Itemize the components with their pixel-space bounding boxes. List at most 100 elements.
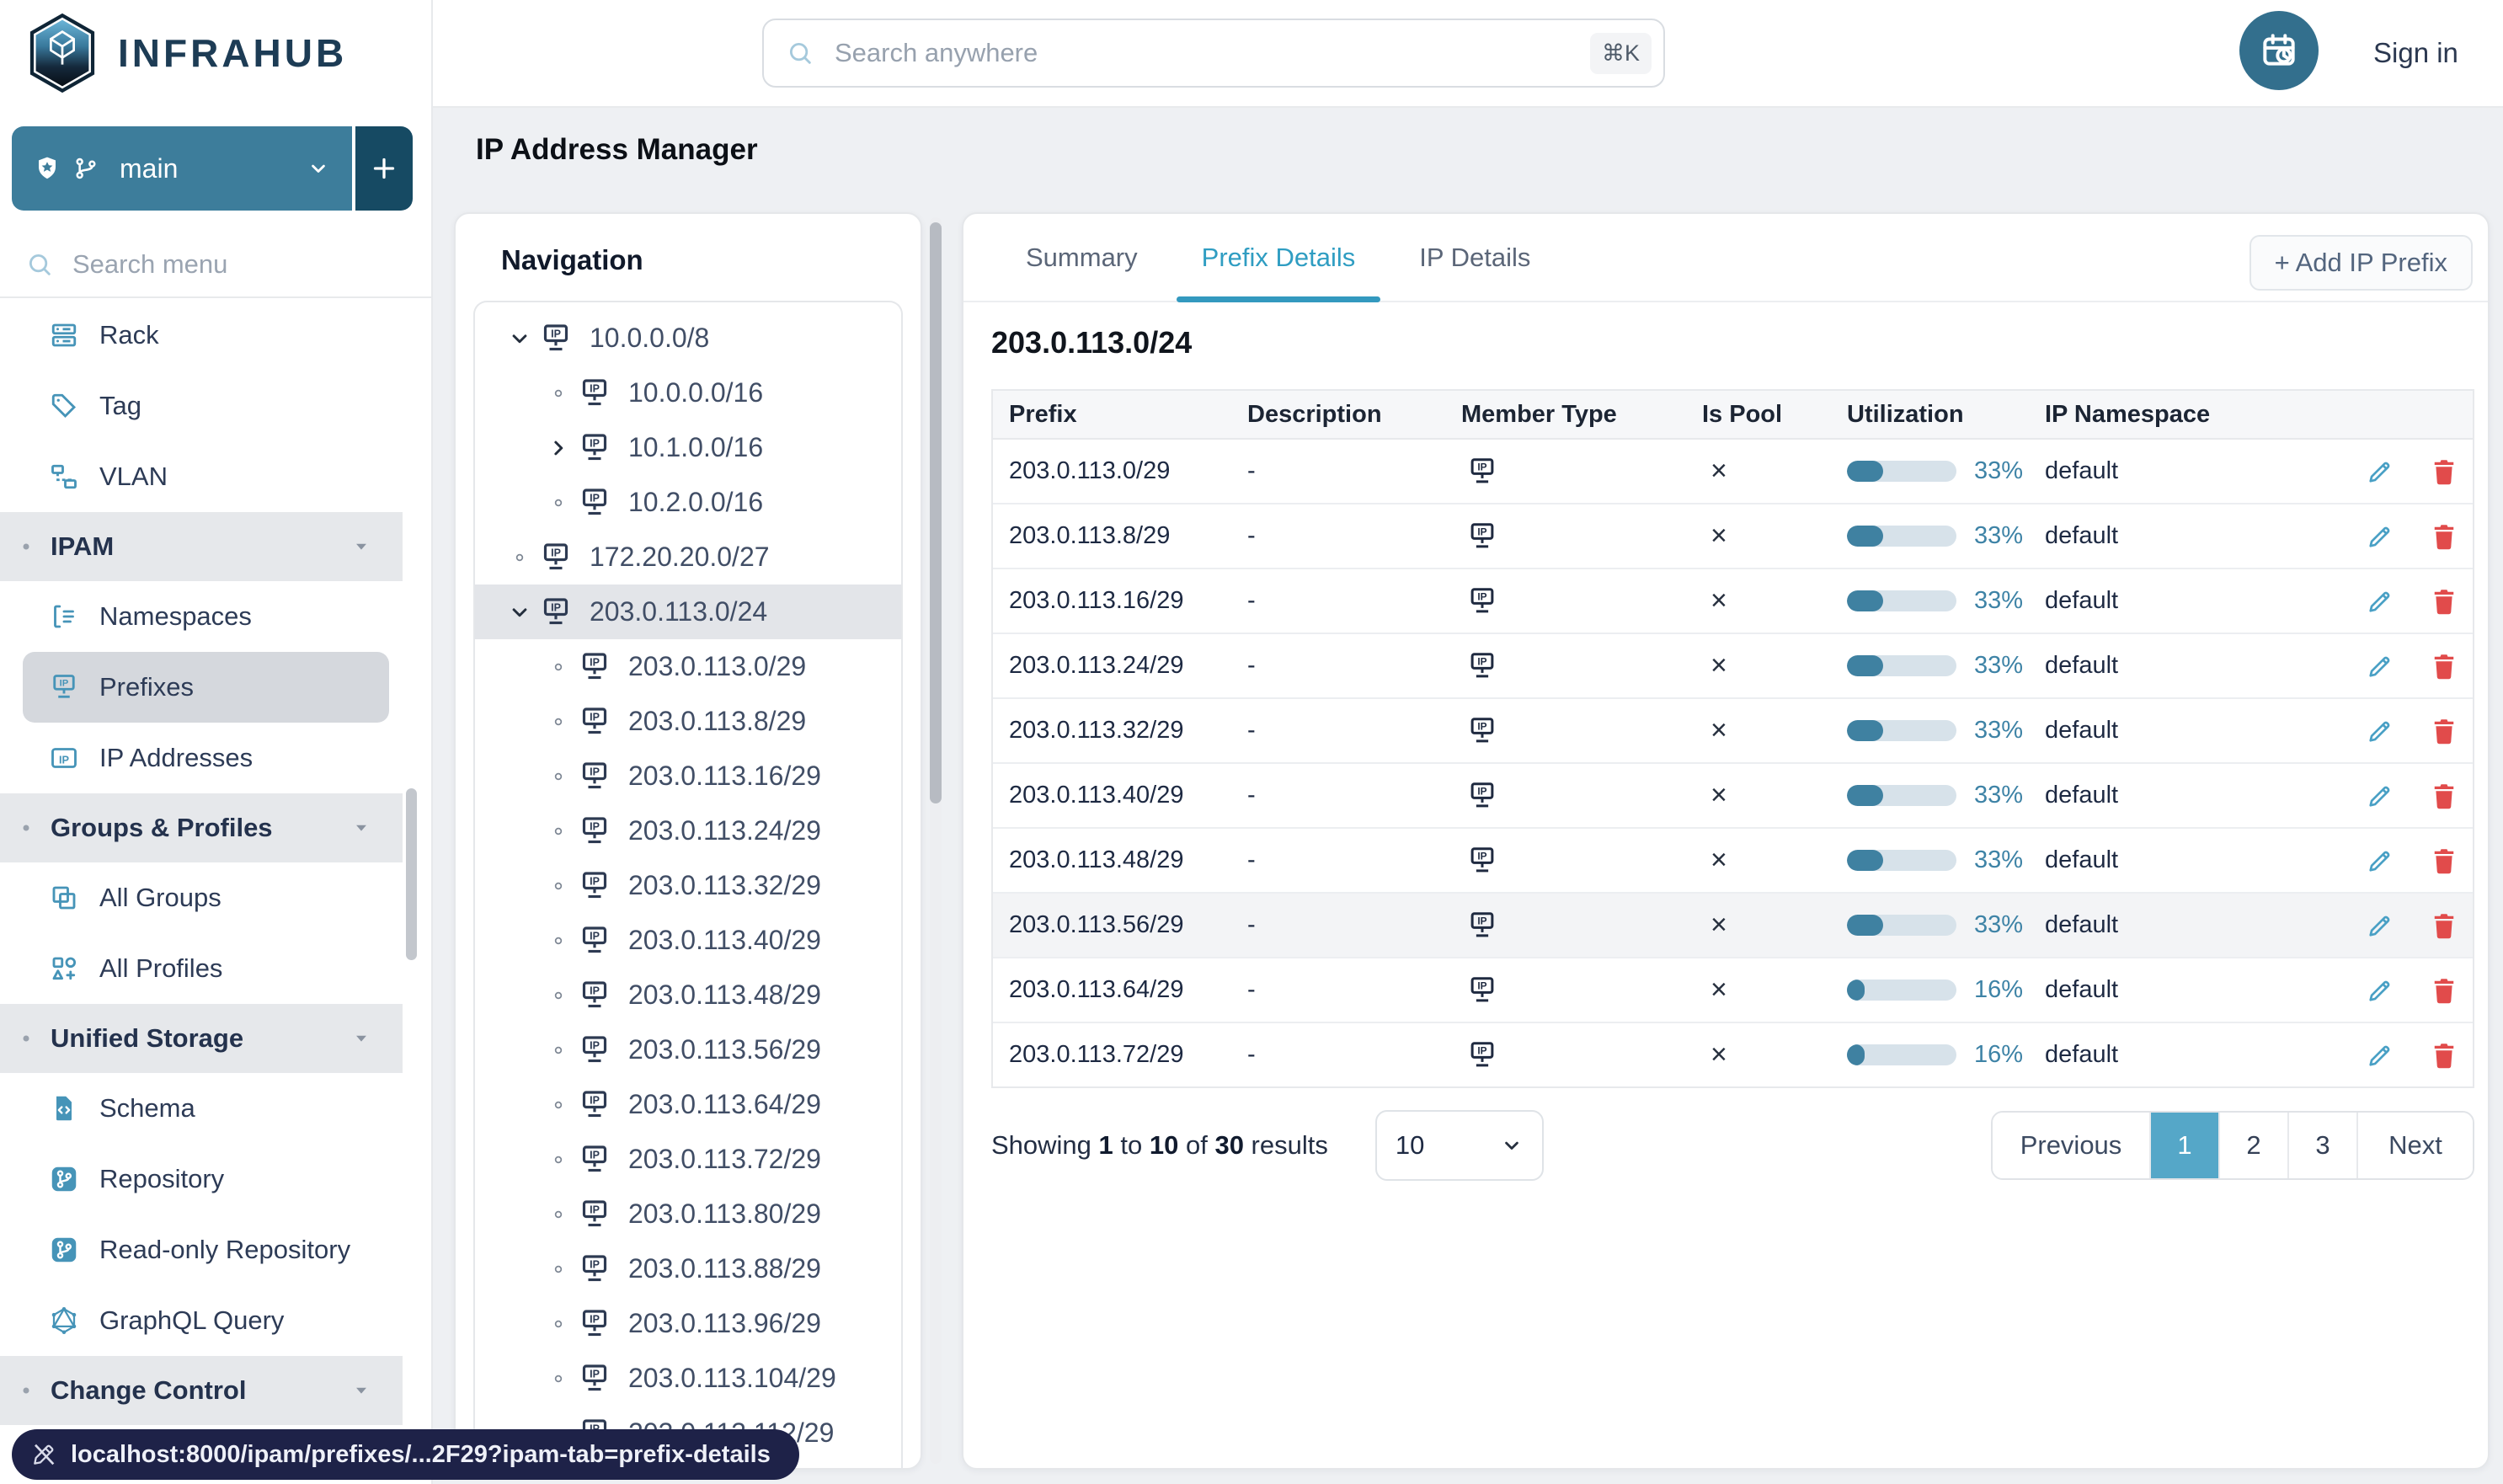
sidebar-section-change-control[interactable]: Change Control (0, 1356, 403, 1425)
edit-pencil-icon[interactable] (2365, 781, 2395, 811)
utilization-bar (1847, 590, 1956, 611)
tree-item-203-0-113-32-29[interactable]: IP 203.0.113.32/29 (475, 858, 901, 913)
tree-item-203-0-113-96-29[interactable]: IP 203.0.113.96/29 (475, 1296, 901, 1351)
delete-trash-icon[interactable] (2429, 586, 2459, 617)
edit-pencil-icon[interactable] (2365, 586, 2395, 617)
delete-trash-icon[interactable] (2429, 716, 2459, 746)
table-row[interactable]: 203.0.113.32/29 - IP × 33% default (993, 699, 2473, 764)
sidebar-item-rack[interactable]: Rack (0, 300, 403, 371)
sidebar-search-input[interactable] (71, 248, 428, 280)
tree-item-203-0-113-72-29[interactable]: IP 203.0.113.72/29 (475, 1132, 901, 1187)
tree-item-label: 203.0.113.88/29 (628, 1253, 821, 1284)
tree-item-203-0-113-88-29[interactable]: IP 203.0.113.88/29 (475, 1241, 901, 1296)
tree-item-10-0-0-0-16[interactable]: IP 10.0.0.0/16 (475, 366, 901, 420)
table-row[interactable]: 203.0.113.48/29 - IP × 33% default (993, 829, 2473, 894)
sidebar-item-all-profiles[interactable]: All Profiles (0, 933, 403, 1004)
sidebar-item-namespaces[interactable]: Namespaces (0, 581, 403, 652)
chevron-down-icon[interactable] (500, 599, 539, 626)
pagination-next-button[interactable]: Next (2356, 1113, 2473, 1178)
delete-trash-icon[interactable] (2429, 651, 2459, 681)
sidebar-section-groups-profiles[interactable]: Groups & Profiles (0, 793, 403, 862)
tree-item-10-0-0-0-8[interactable]: IP 10.0.0.0/8 (475, 311, 901, 366)
tree-item-203-0-113-16-29[interactable]: IP 203.0.113.16/29 (475, 749, 901, 803)
delete-trash-icon[interactable] (2429, 910, 2459, 941)
tree-item-203-0-113-104-29[interactable]: IP 203.0.113.104/29 (475, 1351, 901, 1406)
delete-trash-icon[interactable] (2429, 456, 2459, 487)
app-logo[interactable]: INFRAHUB (0, 0, 431, 94)
sidebar-section-ipam[interactable]: IPAM (0, 512, 403, 581)
global-search-input[interactable] (833, 37, 1572, 69)
table-row[interactable]: 203.0.113.40/29 - IP × 33% default (993, 764, 2473, 829)
tree-item-10-1-0-0-16[interactable]: IP 10.1.0.0/16 (475, 420, 901, 475)
tree-item-10-2-0-0-16[interactable]: IP 10.2.0.0/16 (475, 475, 901, 530)
table-row[interactable]: 203.0.113.24/29 - IP × 33% default (993, 634, 2473, 699)
edit-pencil-icon[interactable] (2365, 975, 2395, 1006)
sidebar-item-read-only-repository[interactable]: Read-only Repository (0, 1214, 403, 1285)
edit-pencil-icon[interactable] (2365, 456, 2395, 487)
tree-item-172-20-20-0-27[interactable]: IP 172.20.20.0/27 (475, 530, 901, 585)
add-branch-button[interactable] (355, 126, 413, 211)
tree-item-203-0-113-56-29[interactable]: IP 203.0.113.56/29 (475, 1022, 901, 1077)
prefix-sign-icon: IP (1466, 974, 1498, 1006)
edit-pencil-icon[interactable] (2365, 521, 2395, 552)
tab-prefix-details[interactable]: Prefix Details (1170, 214, 1388, 302)
table-row[interactable]: 203.0.113.56/29 - IP × 33% default (993, 894, 2473, 958)
schedule-avatar-button[interactable] (2239, 11, 2319, 90)
delete-trash-icon[interactable] (2429, 975, 2459, 1006)
tab-ip-details[interactable]: IP Details (1387, 214, 1562, 301)
sidebar-scrollbar-thumb[interactable] (406, 788, 417, 960)
sidebar-item-prefixes[interactable]: IP Prefixes (23, 652, 389, 723)
edit-pencil-icon[interactable] (2365, 910, 2395, 941)
sidebar-item-ip-addresses[interactable]: IP IP Addresses (0, 723, 403, 793)
tree-item-203-0-113-48-29[interactable]: IP 203.0.113.48/29 (475, 968, 901, 1022)
delete-trash-icon[interactable] (2429, 846, 2459, 876)
edit-pencil-icon[interactable] (2365, 1040, 2395, 1070)
svg-text:IP: IP (590, 437, 600, 449)
tree-item-203-0-113-40-29[interactable]: IP 203.0.113.40/29 (475, 913, 901, 968)
tree-item-203-0-113-64-29[interactable]: IP 203.0.113.64/29 (475, 1077, 901, 1132)
pagination-page-1[interactable]: 1 (2149, 1113, 2218, 1178)
cell-member-type: IP (1461, 520, 1702, 552)
sidebar-item-repository[interactable]: Repository (0, 1144, 403, 1214)
sidebar-search[interactable] (0, 239, 428, 290)
sidebar-item-schema[interactable]: Schema (0, 1073, 403, 1144)
chevron-down-icon[interactable] (500, 325, 539, 352)
sidebar-item-graphql-query[interactable]: GraphQL Query (0, 1285, 403, 1356)
edit-pencil-icon[interactable] (2365, 716, 2395, 746)
tree-item-203-0-113-0-29[interactable]: IP 203.0.113.0/29 (475, 639, 901, 694)
delete-trash-icon[interactable] (2429, 1040, 2459, 1070)
edit-pencil-icon[interactable] (2365, 846, 2395, 876)
delete-trash-icon[interactable] (2429, 781, 2459, 811)
sidebar-section-unified-storage[interactable]: Unified Storage (0, 1004, 403, 1073)
tab-summary[interactable]: Summary (994, 214, 1170, 301)
tree-item-label: 203.0.113.0/29 (628, 651, 807, 681)
chevron-right-icon[interactable] (539, 435, 578, 462)
prefix-sign-icon: IP (578, 760, 611, 793)
table-row[interactable]: 203.0.113.16/29 - IP × 33% default (993, 569, 2473, 634)
edit-pencil-icon[interactable] (2365, 651, 2395, 681)
navigation-scrollbar-thumb[interactable] (930, 222, 942, 803)
table-row[interactable]: 203.0.113.0/29 - IP × 33% default (993, 440, 2473, 504)
sidebar-item-tag[interactable]: Tag (0, 371, 403, 441)
tree-item-203-0-113-80-29[interactable]: IP 203.0.113.80/29 (475, 1187, 901, 1241)
tree-item-203-0-113-24-29[interactable]: IP 203.0.113.24/29 (475, 803, 901, 858)
delete-trash-icon[interactable] (2429, 521, 2459, 552)
branch-selector[interactable]: main (12, 126, 352, 211)
sidebar-item-all-groups[interactable]: All Groups (0, 862, 403, 933)
add-ip-prefix-button[interactable]: + Add IP Prefix (2249, 235, 2473, 291)
tree-item-203-0-113-0-24[interactable]: IP 203.0.113.0/24 (475, 585, 901, 639)
sidebar-item-vlan[interactable]: VLAN (0, 441, 403, 512)
pagination-page-3[interactable]: 3 (2287, 1113, 2356, 1178)
global-search[interactable]: ⌘K (762, 19, 1665, 88)
table-row[interactable]: 203.0.113.64/29 - IP × 16% default (993, 958, 2473, 1023)
sidebar-item-label: Rack (99, 320, 159, 350)
table-row[interactable]: 203.0.113.8/29 - IP × 33% default (993, 504, 2473, 569)
table-row[interactable]: 203.0.113.72/29 - IP × 16% default (993, 1023, 2473, 1086)
svg-text:IP: IP (590, 1039, 600, 1051)
sign-in-link[interactable]: Sign in (2373, 37, 2458, 69)
pagination-page-2[interactable]: 2 (2218, 1113, 2287, 1178)
pagination-previous-button[interactable]: Previous (1993, 1113, 2149, 1178)
navigation-scrollbar[interactable] (930, 217, 942, 1464)
tree-item-203-0-113-8-29[interactable]: IP 203.0.113.8/29 (475, 694, 901, 749)
page-size-select[interactable]: 10 (1374, 1110, 1544, 1181)
